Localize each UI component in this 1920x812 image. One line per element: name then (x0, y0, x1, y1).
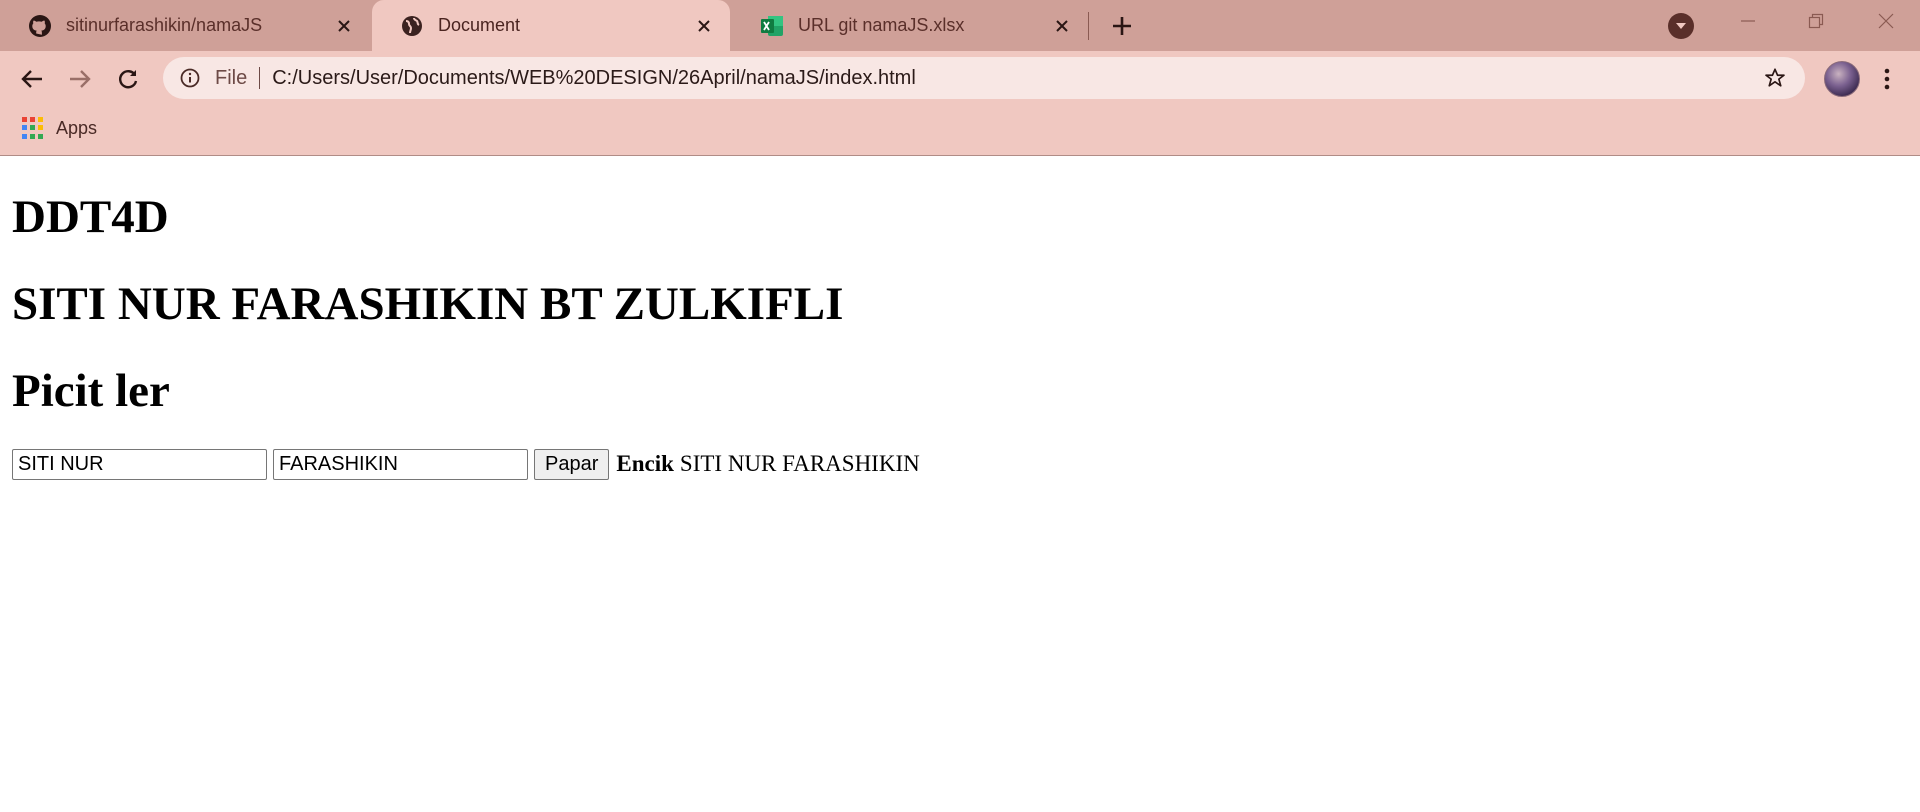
bookmarks-bar: Apps (0, 108, 97, 148)
back-button[interactable] (14, 61, 50, 97)
bookmark-star-icon[interactable] (1763, 66, 1787, 90)
tab-separator (1088, 12, 1089, 40)
minimize-icon (1741, 20, 1755, 22)
show-button[interactable]: Papar (534, 448, 610, 480)
more-vertical-icon (1884, 68, 1890, 90)
scheme-label: File (215, 66, 248, 89)
arrow-left-icon (21, 70, 42, 88)
tab-strip: sitinurfarashikin/namaJS Document URL gi… (0, 0, 1920, 51)
close-icon[interactable] (692, 14, 716, 38)
address-bar[interactable]: File C:/Users/User/Documents/WEB%20DESIG… (163, 57, 1805, 99)
close-icon (1878, 13, 1894, 29)
close-icon[interactable] (332, 14, 356, 38)
close-icon[interactable] (1050, 14, 1074, 38)
tab-document[interactable]: Document (372, 0, 730, 51)
chevron-down-icon (1676, 23, 1686, 29)
restore-button[interactable] (1796, 8, 1836, 34)
divider (259, 67, 261, 89)
heading-instruction: Picit ler (12, 365, 170, 417)
reload-button[interactable] (110, 61, 146, 97)
name-form: Papar Encik SITI NUR FARASHIKIN (12, 448, 920, 480)
tab-title: URL git namaJS.xlsx (798, 15, 965, 35)
new-tab-button[interactable] (1108, 12, 1136, 40)
tab-title: sitinurfarashikin/namaJS (66, 15, 263, 35)
browser-menu-button[interactable] (1872, 61, 1902, 97)
tab-github[interactable]: sitinurfarashikin/namaJS (0, 0, 370, 51)
url-text[interactable]: C:/Users/User/Documents/WEB%20DESIGN/26A… (272, 67, 916, 90)
apps-grid-icon[interactable] (22, 117, 44, 139)
forward-button[interactable] (62, 61, 98, 97)
heading-class: DDT4D (12, 191, 169, 243)
tab-title: Document (438, 15, 521, 35)
reload-icon (119, 70, 138, 89)
tab-excel[interactable]: URL git namaJS.xlsx (732, 0, 1088, 51)
output-value: SITI NUR FARASHIKIN (679, 451, 920, 476)
excel-icon (760, 14, 784, 38)
globe-icon (400, 14, 424, 38)
first-name-input[interactable] (12, 448, 267, 480)
heading-name: SITI NUR FARASHIKIN BT ZULKIFLI (12, 278, 844, 330)
tab-search-button[interactable] (1668, 13, 1694, 39)
minimize-button[interactable] (1728, 8, 1768, 34)
info-icon[interactable] (179, 67, 201, 89)
page-content: DDT4D SITI NUR FARASHIKIN BT ZULKIFLI Pi… (0, 156, 1920, 812)
apps-bookmark[interactable]: Apps (56, 118, 97, 139)
window-close-button[interactable] (1866, 8, 1906, 34)
plus-icon (1113, 17, 1131, 35)
arrow-right-icon (70, 70, 91, 88)
output-prefix: Encik (616, 451, 674, 476)
browser-toolbar: File C:/Users/User/Documents/WEB%20DESIG… (0, 51, 1920, 156)
last-name-input[interactable] (273, 448, 528, 480)
restore-icon (1808, 13, 1824, 29)
github-icon (28, 14, 52, 38)
profile-avatar[interactable] (1824, 61, 1860, 97)
